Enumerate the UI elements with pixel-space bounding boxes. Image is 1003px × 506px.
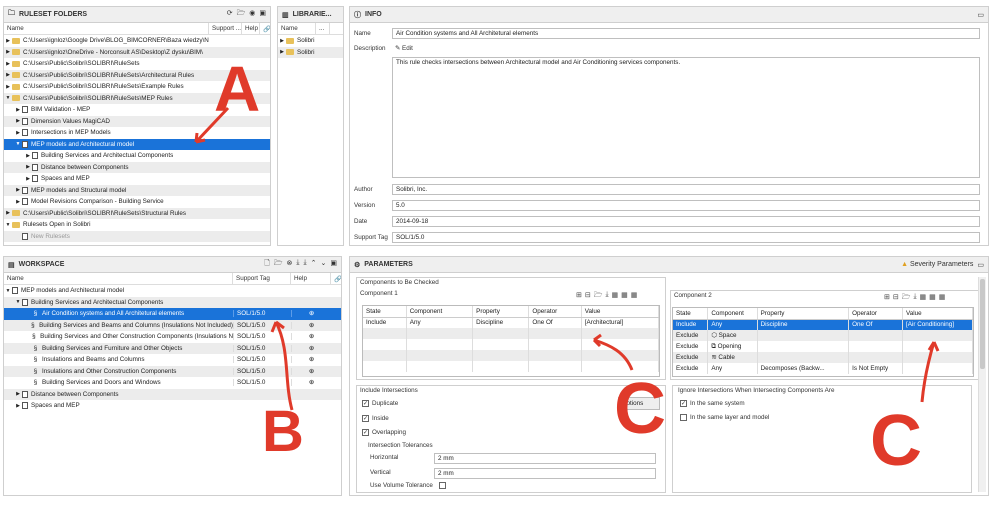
annotation-a: A [214,53,261,125]
annotation-c1: C [614,369,666,449]
arrow-b [274,321,294,411]
annotation-b: B [262,399,304,464]
arrow-c2 [920,341,936,403]
annotation-c2: C [870,401,922,481]
annotation-arrows [194,106,940,411]
